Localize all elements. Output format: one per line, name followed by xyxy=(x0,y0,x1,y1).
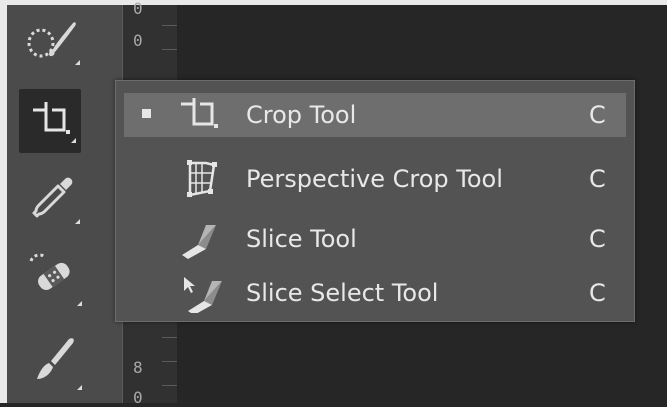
brush-icon xyxy=(37,338,74,379)
spot-healing-brush-icon xyxy=(29,253,70,290)
crop-tools-flyout-menu: Crop Tool C Perspective Crop Tool C Slic… xyxy=(115,80,635,322)
shortcut-key: C xyxy=(589,279,606,307)
submenu-indicator-icon xyxy=(75,60,80,65)
slice-icon xyxy=(182,225,216,259)
ruler-digit: 8 xyxy=(133,358,143,377)
menu-item-label: Perspective Crop Tool xyxy=(246,165,503,193)
ruler-tick xyxy=(162,25,177,26)
submenu-indicator-icon xyxy=(75,219,80,224)
ruler-digit: 0 xyxy=(133,31,143,50)
menu-item-slice-select-tool[interactable]: Slice Select Tool C xyxy=(124,271,626,315)
ruler-tick xyxy=(162,361,177,362)
submenu-indicator-icon xyxy=(77,301,82,306)
crop-tool-button[interactable] xyxy=(19,89,81,153)
submenu-indicator-icon xyxy=(71,138,76,143)
slice-select-icon xyxy=(184,277,222,313)
shortcut-key: C xyxy=(589,225,606,253)
shortcut-key: C xyxy=(589,101,606,129)
crop-icon xyxy=(181,98,218,128)
window-frame-left xyxy=(0,0,7,403)
quick-selection-icon xyxy=(27,22,76,58)
menu-item-slice-tool[interactable]: Slice Tool C xyxy=(124,217,626,261)
eyedropper-tool-button[interactable] xyxy=(19,165,81,229)
menu-item-label: Slice Select Tool xyxy=(246,279,439,307)
menu-item-crop-tool[interactable]: Crop Tool C xyxy=(124,93,626,137)
ruler-tick xyxy=(162,337,177,338)
spot-healing-brush-tool-button[interactable] xyxy=(19,243,82,307)
submenu-indicator-icon xyxy=(77,385,82,390)
ruler-tick xyxy=(162,49,177,50)
quick-selection-tool-button[interactable] xyxy=(19,5,81,75)
ruler-tick xyxy=(162,385,177,386)
ruler-digit: 0 xyxy=(133,0,143,18)
tools-panel xyxy=(7,5,122,403)
menu-item-perspective-crop-tool[interactable]: Perspective Crop Tool C xyxy=(124,157,626,201)
perspective-crop-icon xyxy=(187,160,217,197)
eyedropper-icon xyxy=(32,177,73,218)
brush-tool-button[interactable] xyxy=(19,327,82,391)
shortcut-key: C xyxy=(589,165,606,193)
ruler-digit: 0 xyxy=(133,388,143,407)
crop-icon xyxy=(33,102,70,134)
active-tool-bullet-icon xyxy=(142,109,151,118)
menu-item-label: Crop Tool xyxy=(246,101,357,129)
menu-item-label: Slice Tool xyxy=(246,225,357,253)
